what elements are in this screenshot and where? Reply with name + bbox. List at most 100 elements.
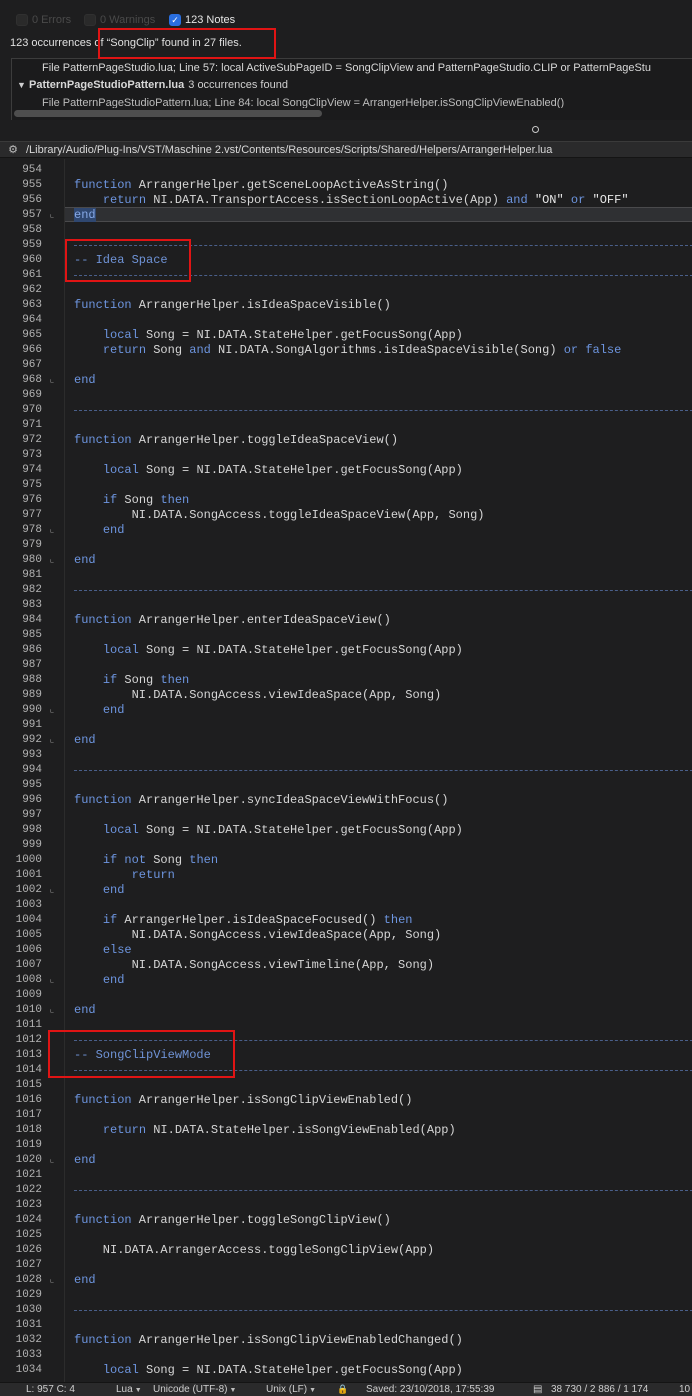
code-line[interactable] <box>65 1168 692 1183</box>
notes-checkbox[interactable]: ✓ <box>169 14 181 26</box>
code-line[interactable] <box>65 1108 692 1123</box>
fold-marker-icon[interactable]: ⌞ <box>49 553 55 568</box>
code-line[interactable] <box>65 838 692 853</box>
code-line[interactable] <box>65 1198 692 1213</box>
code-line[interactable]: NI.DATA.SongAccess.toggleIdeaSpaceView(A… <box>65 508 692 523</box>
code-line[interactable] <box>65 1078 692 1093</box>
fold-marker-icon[interactable]: ⌞ <box>49 703 55 718</box>
code-line[interactable]: function ArrangerHelper.getSceneLoopActi… <box>65 178 692 193</box>
line-endings-selector[interactable]: Unix (LF) ▼ <box>266 1384 316 1395</box>
code-line[interactable]: return Song and NI.DATA.SongAlgorithms.i… <box>65 343 692 358</box>
code-line[interactable]: if ArrangerHelper.isIdeaSpaceFocused() t… <box>65 913 692 928</box>
fold-marker-icon[interactable]: ⌞ <box>49 883 55 898</box>
code-line[interactable] <box>65 658 692 673</box>
code-editor[interactable]: 954 955 956 957 ⌞ 958 959 960 961 962 963 964 965 966… <box>0 159 692 1382</box>
code-line[interactable]: if Song then <box>65 493 692 508</box>
code-line[interactable]: end <box>65 703 692 718</box>
fold-marker-icon[interactable]: ⌞ <box>49 1153 55 1168</box>
code-line[interactable]: NI.DATA.SongAccess.viewTimeline(App, Son… <box>65 958 692 973</box>
code-line[interactable] <box>65 1318 692 1333</box>
code-line[interactable] <box>65 898 692 913</box>
fold-marker-icon[interactable]: ⌞ <box>49 733 55 748</box>
separator-comment-line[interactable] <box>65 403 692 418</box>
fold-marker-icon[interactable]: ⌞ <box>49 973 55 988</box>
notes-filter[interactable]: ✓ 123 Notes <box>169 12 235 28</box>
code-line[interactable] <box>65 1348 692 1363</box>
code-line[interactable] <box>65 748 692 763</box>
code-line[interactable] <box>65 223 692 238</box>
code-line[interactable]: end <box>65 973 692 988</box>
code-line[interactable]: end <box>65 207 692 222</box>
gear-icon[interactable]: ⚙ <box>0 143 26 156</box>
code-line[interactable]: NI.DATA.SongAccess.viewIdeaSpace(App, So… <box>65 688 692 703</box>
code-line[interactable]: if not Song then <box>65 853 692 868</box>
code-line[interactable]: function ArrangerHelper.isSongClipViewEn… <box>65 1093 692 1108</box>
errors-filter[interactable]: 0 Errors <box>16 12 71 28</box>
code-line[interactable]: function ArrangerHelper.enterIdeaSpaceVi… <box>65 613 692 628</box>
code-line[interactable]: end <box>65 553 692 568</box>
code-line[interactable]: end <box>65 1003 692 1018</box>
splitter-handle-icon[interactable] <box>532 126 539 133</box>
separator-comment-line[interactable] <box>65 763 692 778</box>
code-line[interactable]: return NI.DATA.StateHelper.isSongViewEna… <box>65 1123 692 1138</box>
code-line[interactable]: return <box>65 868 692 883</box>
code-line[interactable]: NI.DATA.ArrangerAccess.toggleSongClipVie… <box>65 1243 692 1258</box>
code-line[interactable] <box>65 1138 692 1153</box>
code-line[interactable]: end <box>65 883 692 898</box>
code-line[interactable] <box>65 1258 692 1273</box>
code-line[interactable]: if Song then <box>65 673 692 688</box>
code-line[interactable]: return NI.DATA.TransportAccess.isSection… <box>65 193 692 208</box>
document-icon[interactable]: ▤ <box>533 1384 542 1395</box>
results-list[interactable]: File PatternPageStudio.lua; Line 57: loc… <box>11 58 692 120</box>
code-line[interactable] <box>65 418 692 433</box>
code-line[interactable]: function ArrangerHelper.toggleIdeaSpaceV… <box>65 433 692 448</box>
code-line[interactable] <box>65 283 692 298</box>
code-line[interactable] <box>65 718 692 733</box>
results-scrollbar[interactable] <box>14 110 322 117</box>
encoding-selector[interactable]: Unicode (UTF-8) ▼ <box>153 1384 236 1395</box>
code-line[interactable]: local Song = NI.DATA.StateHelper.getFocu… <box>65 643 692 658</box>
code-line[interactable] <box>65 808 692 823</box>
code-line[interactable] <box>65 1228 692 1243</box>
code-line[interactable] <box>65 388 692 403</box>
code-line[interactable]: local Song = NI.DATA.StateHelper.getFocu… <box>65 328 692 343</box>
result-row[interactable]: File PatternPageStudio.lua; Line 57: loc… <box>12 60 692 76</box>
code-line[interactable] <box>65 778 692 793</box>
code-line[interactable]: end <box>65 1153 692 1168</box>
code-line[interactable]: local Song = NI.DATA.StateHelper.getFocu… <box>65 823 692 838</box>
code-line[interactable] <box>65 478 692 493</box>
language-selector[interactable]: Lua ▼ <box>116 1384 142 1395</box>
fold-marker-icon[interactable]: ⌞ <box>49 208 55 223</box>
warnings-filter[interactable]: 0 Warnings <box>84 12 155 28</box>
code-line[interactable] <box>65 568 692 583</box>
fold-marker-icon[interactable]: ⌞ <box>49 373 55 388</box>
code-line[interactable] <box>65 163 692 178</box>
fold-marker-icon[interactable]: ⌞ <box>49 1273 55 1288</box>
warnings-checkbox[interactable] <box>84 14 96 26</box>
code-line[interactable]: NI.DATA.SongAccess.viewIdeaSpace(App, So… <box>65 928 692 943</box>
code-line[interactable]: function ArrangerHelper.isSongClipViewEn… <box>65 1333 692 1348</box>
code-line[interactable] <box>65 598 692 613</box>
code-area[interactable]: function ArrangerHelper.getSceneLoopActi… <box>64 159 692 1382</box>
code-line[interactable]: end <box>65 1273 692 1288</box>
cursor-position[interactable]: L: 957 C: 4 <box>26 1384 75 1395</box>
code-line[interactable] <box>65 358 692 373</box>
code-line[interactable] <box>65 448 692 463</box>
code-line[interactable] <box>65 1288 692 1303</box>
separator-comment-line[interactable] <box>65 583 692 598</box>
code-line[interactable]: local Song = NI.DATA.StateHelper.getFocu… <box>65 1363 692 1378</box>
separator-comment-line[interactable] <box>65 1303 692 1318</box>
code-line[interactable]: end <box>65 373 692 388</box>
code-line[interactable]: function ArrangerHelper.toggleSongClipVi… <box>65 1213 692 1228</box>
code-line[interactable]: end <box>65 523 692 538</box>
code-line[interactable]: function ArrangerHelper.isIdeaSpaceVisib… <box>65 298 692 313</box>
code-line[interactable] <box>65 988 692 1003</box>
disclosure-triangle-icon[interactable]: ▼ <box>17 80 29 90</box>
code-line[interactable]: local Song = NI.DATA.StateHelper.getFocu… <box>65 463 692 478</box>
code-line[interactable] <box>65 538 692 553</box>
fold-marker-icon[interactable]: ⌞ <box>49 1003 55 1018</box>
code-line[interactable]: else <box>65 943 692 958</box>
result-group[interactable]: ▼ PatternPageStudioPattern.lua 3 occurrenc… <box>12 77 692 93</box>
code-line[interactable] <box>65 628 692 643</box>
code-line[interactable]: end <box>65 733 692 748</box>
